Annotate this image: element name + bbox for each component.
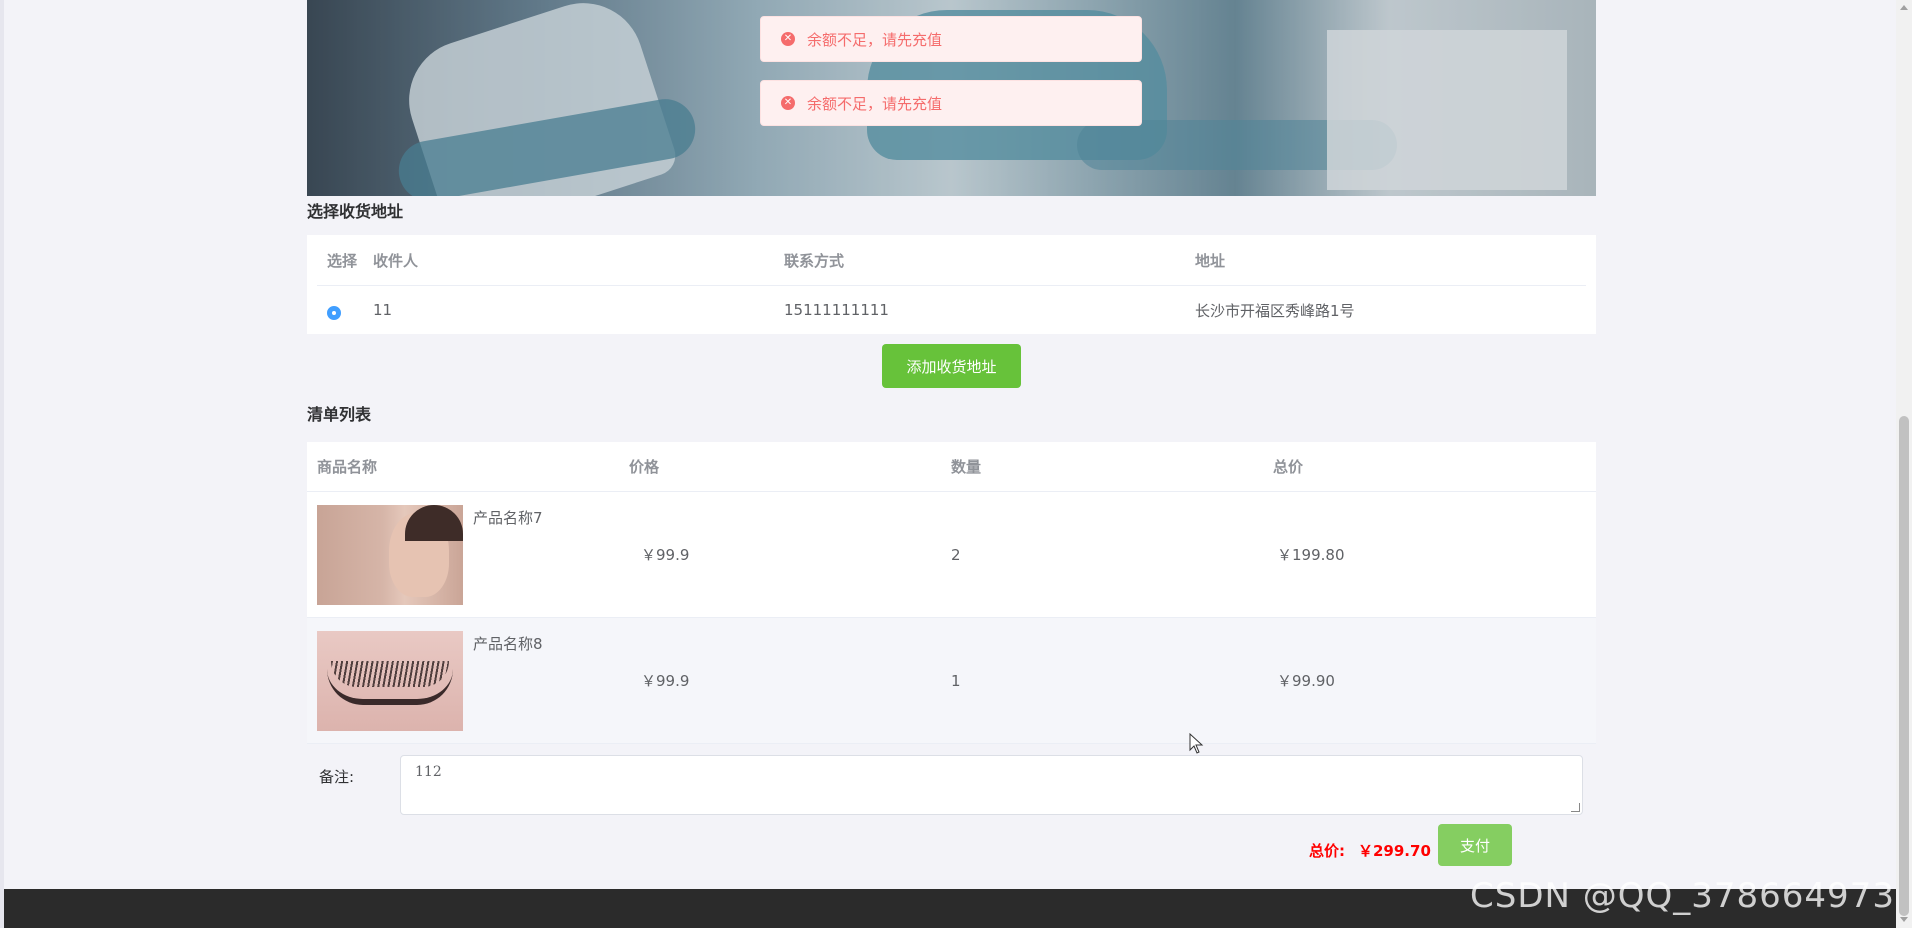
price-cell: ￥99.9 (641, 672, 690, 690)
quantity-cell: 1 (951, 671, 961, 690)
resize-handle-icon[interactable] (1571, 803, 1580, 812)
column-header-quantity: 数量 (951, 458, 982, 476)
toast-message: 余额不足，请先充值 (807, 30, 943, 49)
order-table: 商品名称 价格 数量 总价 产品名称7 ￥99.9 2 ￥199.80 产品名称… (307, 442, 1596, 744)
pay-button[interactable]: 支付 (1438, 824, 1512, 866)
address-cell: 长沙市开福区秀峰路1号 (1195, 301, 1355, 320)
quantity-cell: 2 (951, 545, 961, 564)
order-item-row: 产品名称7 ￥99.9 2 ￥199.80 (307, 492, 1596, 618)
price-cell: ￥99.9 (641, 546, 690, 564)
column-header-recipient: 收件人 (373, 251, 419, 270)
column-header-product: 商品名称 (317, 458, 378, 476)
order-section-title: 清单列表 (307, 405, 372, 424)
toast-message: 余额不足，请先充值 (807, 94, 943, 113)
error-circle-icon: ✕ (781, 32, 795, 46)
total-value: ￥299.70 (1358, 842, 1431, 860)
address-radio[interactable] (327, 305, 341, 320)
scroll-thumb[interactable] (1899, 416, 1909, 916)
phone-cell: 15111111111 (784, 301, 889, 319)
add-address-button[interactable]: 添加收货地址 (882, 344, 1021, 388)
scroll-down-icon[interactable] (1900, 917, 1908, 922)
payment-row: 总价: ￥299.70 支付 (307, 820, 1596, 880)
column-header-phone: 联系方式 (784, 251, 845, 270)
order-item-row: 产品名称8 ￥99.9 1 ￥99.90 (307, 618, 1596, 744)
remark-row: 备注: 112 (307, 744, 1596, 820)
column-header-total: 总价 (1273, 458, 1304, 476)
checkout-content: ✕ 余额不足，请先充值 ✕ 余额不足，请先充值 选择收货地址 选择 收件人 联系… (307, 0, 1596, 880)
scroll-up-icon[interactable] (1900, 5, 1908, 10)
product-image (317, 630, 463, 731)
add-address-row: 添加收货地址 (307, 334, 1596, 394)
address-table-header: 选择 收件人 联系方式 地址 (317, 235, 1586, 286)
order-table-header: 商品名称 价格 数量 总价 (307, 442, 1596, 492)
vertical-scrollbar[interactable] (1896, 0, 1912, 928)
address-table: 选择 收件人 联系方式 地址 11 15111111111 长沙市开福区秀峰路1… (307, 235, 1596, 334)
watermark: CSDN @QQ_3786649731 (1470, 876, 1912, 916)
product-name: 产品名称8 (473, 634, 543, 653)
column-header-address: 地址 (1195, 251, 1226, 270)
column-header-price: 价格 (629, 458, 660, 476)
remark-textarea[interactable]: 112 (400, 755, 1583, 815)
page-left-border (0, 0, 4, 928)
product-cell: 产品名称7 (307, 504, 629, 605)
address-section-title: 选择收货地址 (307, 202, 404, 221)
remark-value: 112 (415, 764, 442, 780)
total-label: 总价: (1309, 842, 1345, 860)
recipient-cell: 11 (373, 301, 393, 319)
product-cell: 产品名称8 (307, 630, 629, 731)
address-row[interactable]: 11 15111111111 长沙市开福区秀峰路1号 (317, 286, 1586, 334)
error-toast: ✕ 余额不足，请先充值 (760, 16, 1142, 62)
product-image (317, 504, 463, 605)
address-select-cell (317, 301, 373, 320)
total-cell: ￥199.80 (1277, 546, 1345, 564)
error-circle-icon: ✕ (781, 96, 795, 110)
product-name: 产品名称7 (473, 508, 543, 527)
remark-label: 备注: (319, 768, 355, 786)
total-cell: ￥99.90 (1277, 672, 1335, 690)
banner-image: ✕ 余额不足，请先充值 ✕ 余额不足，请先充值 (307, 0, 1596, 196)
column-header-select: 选择 (327, 251, 358, 270)
error-toast: ✕ 余额不足，请先充值 (760, 80, 1142, 126)
